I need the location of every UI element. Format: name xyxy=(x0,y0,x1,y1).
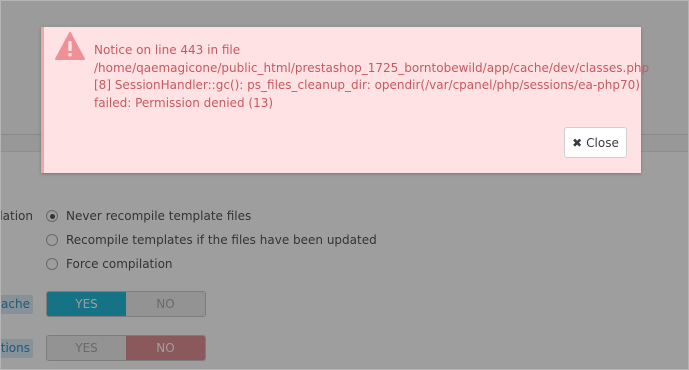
alert-message: Notice on line 443 in file /home/qaemagi… xyxy=(94,42,650,112)
close-button[interactable]: ✖ Close xyxy=(564,127,627,158)
viewport: lation Never recompile template files Re… xyxy=(0,0,689,370)
alert-line: [8] SessionHandler::gc(): ps_files_clean… xyxy=(94,78,640,92)
warning-icon xyxy=(55,32,85,60)
alert-line: failed: Permission denied (13) xyxy=(94,95,274,110)
error-notice-alert: Notice on line 443 in file /home/qaemagi… xyxy=(41,27,650,173)
close-icon: ✖ xyxy=(572,135,583,150)
alert-line: Notice on line 443 in file xyxy=(94,43,241,57)
close-button-label: Close xyxy=(586,135,619,150)
alert-line: /home/qaemagicone/public_html/prestashop… xyxy=(94,60,650,75)
